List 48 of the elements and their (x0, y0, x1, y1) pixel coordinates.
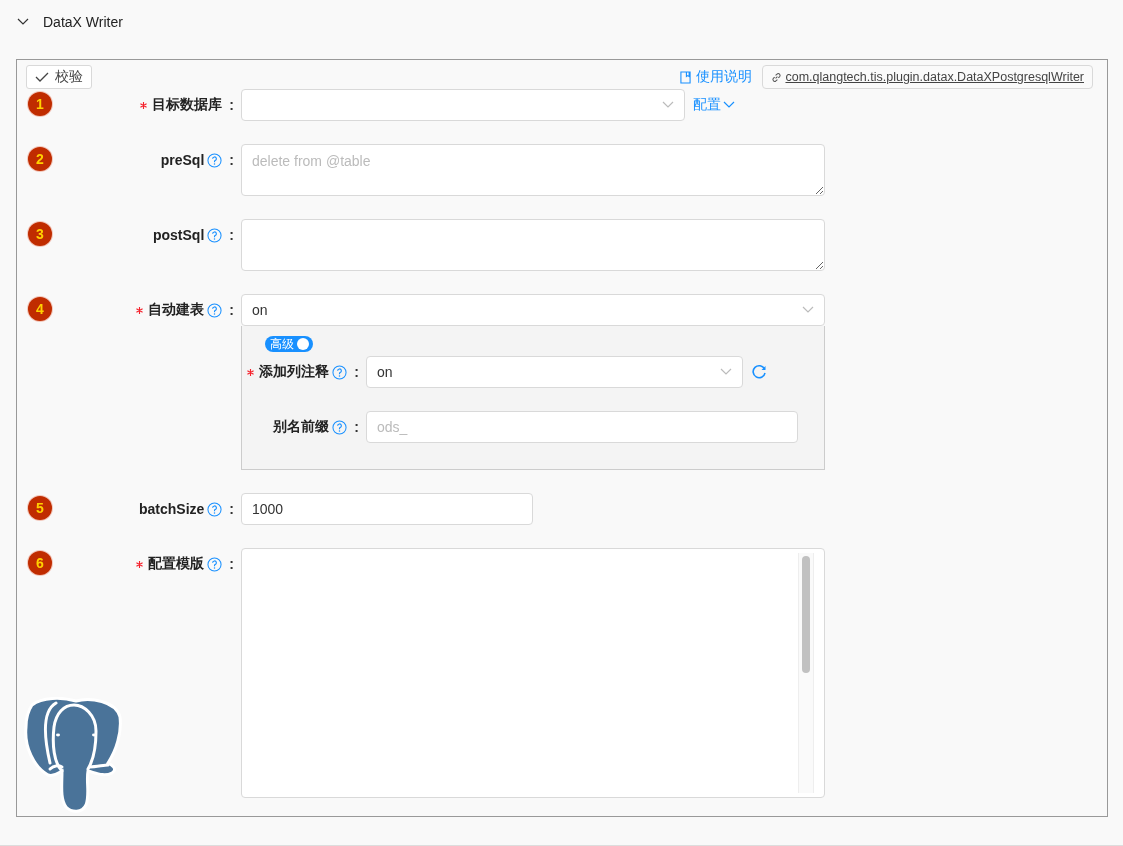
step-number: 2 (28, 147, 52, 171)
label-colon: : (229, 152, 234, 168)
chevron-down-icon (723, 101, 735, 109)
label-colon: : (229, 302, 234, 318)
chevron-down-icon (662, 101, 674, 109)
field-label: 自动建表 (148, 301, 205, 319)
validate-button[interactable]: 校验 (26, 65, 92, 89)
step-number: 4 (28, 297, 52, 321)
label-colon: : (229, 97, 234, 113)
field-label: preSql (160, 152, 205, 168)
help-icon[interactable] (332, 364, 348, 380)
field-label: 目标数据库 (152, 96, 223, 114)
chevron-down-icon[interactable] (17, 18, 29, 26)
refresh-icon[interactable] (751, 364, 767, 380)
help-icon[interactable] (207, 501, 223, 517)
field-label: 添加列注释 (259, 363, 330, 381)
label-colon: : (229, 501, 234, 517)
help-icon[interactable] (207, 556, 223, 572)
field-label: 别名前缀 (273, 418, 330, 436)
chevron-down-icon (720, 368, 732, 376)
input-field[interactable]: ods_ (366, 411, 798, 443)
label-colon: : (354, 419, 359, 435)
chevron-down-icon (802, 306, 814, 314)
step-number: 5 (28, 496, 52, 520)
label-colon: : (354, 364, 359, 380)
step-number: 1 (28, 92, 52, 116)
label-colon: : (229, 556, 234, 572)
check-icon (35, 72, 49, 82)
help-icon[interactable] (332, 419, 348, 435)
document-icon (680, 70, 692, 84)
select-field[interactable]: on (366, 356, 743, 388)
link-icon (771, 71, 783, 83)
help-icon[interactable] (207, 302, 223, 318)
field-label: 配置模版 (148, 555, 205, 573)
field-label: batchSize (138, 501, 205, 517)
step-number: 6 (28, 551, 52, 575)
text-area[interactable]: delete from @table (241, 144, 825, 196)
section-title: DataX Writer (43, 14, 123, 30)
label-colon: : (229, 227, 234, 243)
plugin-link[interactable]: com.qlangtech.tis.plugin.datax.DataXPostgresqlWriter (762, 65, 1093, 89)
select-field[interactable] (241, 89, 685, 121)
field-label: postSql (153, 227, 205, 243)
scrollbar-thumb[interactable] (802, 556, 810, 673)
help-icon[interactable] (207, 227, 223, 243)
help-icon[interactable] (207, 152, 223, 168)
step-number: 3 (28, 222, 52, 246)
select-field[interactable]: on (241, 294, 825, 326)
input-field[interactable]: 1000 (241, 493, 533, 525)
